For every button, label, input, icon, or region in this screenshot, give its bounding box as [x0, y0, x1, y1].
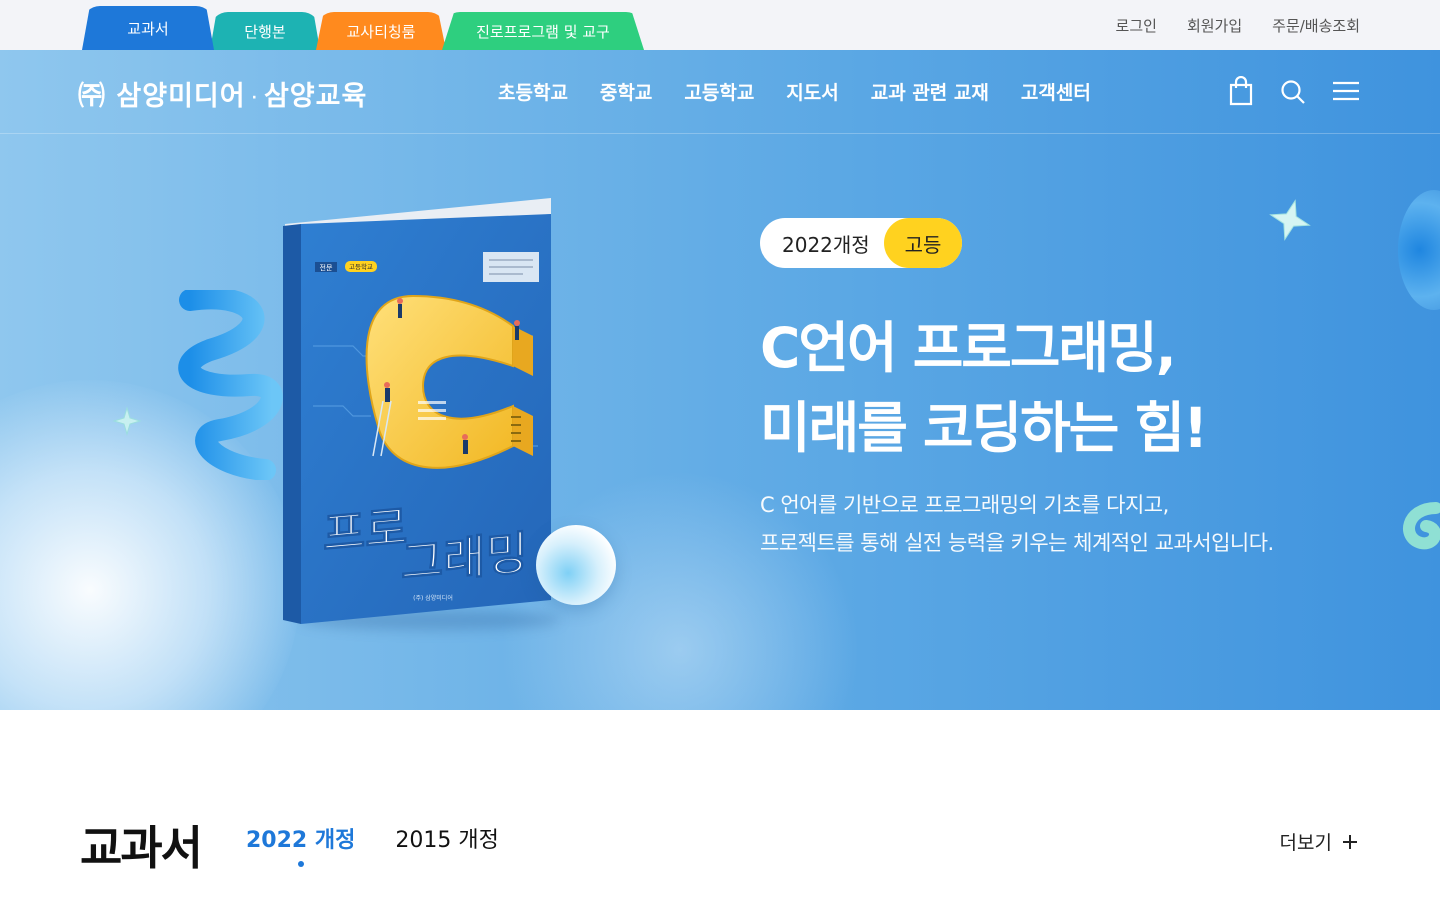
site-tab-textbook[interactable]: 교과서: [82, 6, 214, 50]
nav-icons: [1228, 75, 1360, 106]
badge-revision: 2022개정: [782, 232, 870, 257]
hero-headline: C언어 프로그래밍, 미래를 코딩하는 힘!: [760, 308, 1208, 468]
book-tag-vocational: 전문: [320, 263, 333, 272]
hero-description-line1: C 언어를 기반으로 프로그래밍의 기초를 다지고,: [760, 493, 1169, 517]
signup-link[interactable]: 회원가입: [1187, 15, 1242, 36]
curriculum-tabs: 2022 개정 2015 개정: [246, 822, 499, 867]
shopping-bag-icon[interactable]: [1228, 75, 1254, 106]
hero-headline-line2: 미래를 코딩하는 힘!: [760, 396, 1208, 460]
hero-headline-line1: C언어 프로그래밍,: [760, 316, 1177, 380]
menu-related-materials[interactable]: 교과 관련 교재: [871, 78, 989, 105]
main-menu: 초등학교 중학교 고등학교 지도서 교과 관련 교재 고객센터: [498, 78, 1091, 105]
menu-teacher-guide[interactable]: 지도서: [786, 78, 838, 105]
curriculum-badge: 2022개정 고등: [760, 218, 962, 268]
order-tracking-link[interactable]: 주문/배송조회: [1272, 15, 1360, 36]
sparkle-star-icon: [1269, 199, 1311, 241]
hamburger-menu-icon[interactable]: [1332, 76, 1360, 106]
top-bar: 단행본 교사티칭룸 진로프로그램 및 교구 교과서 로그인 회원가입 주문/배송…: [0, 0, 1440, 50]
login-link[interactable]: 로그인: [1116, 15, 1157, 36]
logo-text-media: ㈜ 삼양미디어: [78, 81, 246, 112]
book-title-line2: 그래밍: [401, 526, 528, 591]
site-logo[interactable]: ㈜ 삼양미디어 · 삼양교육: [78, 74, 367, 113]
site-tab-teacher-room[interactable]: 교사티칭룸: [316, 12, 446, 50]
hero-description-line2: 프로젝트를 통해 실전 능력을 키우는 체계적인 교과서입니다.: [760, 531, 1274, 555]
site-tab-single-books[interactable]: 단행본: [210, 12, 320, 50]
badge-level: 고등: [884, 218, 962, 268]
sparkle-star-icon: [112, 406, 142, 436]
tab-label: 2022 개정: [246, 828, 356, 853]
hero-description: C 언어를 기반으로 프로그래밍의 기초를 다지고, 프로젝트를 통해 실전 능…: [760, 486, 1274, 562]
blue-spiral-decoration: [178, 290, 283, 480]
active-tab-indicator: [297, 861, 304, 867]
book-publisher: (주) 삼양미디어: [413, 594, 453, 602]
more-label: 더보기: [1279, 832, 1332, 854]
menu-customer-center[interactable]: 고객센터: [1021, 78, 1091, 105]
menu-elementary[interactable]: 초등학교: [498, 78, 568, 105]
book-title-line1: 프로: [323, 500, 408, 561]
hero-banner[interactable]: ㈜ 삼양미디어 · 삼양교육 초등학교 중학교 고등학교 지도서 교과 관련 교재 …: [0, 50, 1440, 710]
more-button[interactable]: 더보기: [1280, 828, 1358, 855]
logo-separator: ·: [251, 89, 258, 106]
tab-2022-revision[interactable]: 2022 개정: [246, 822, 356, 867]
main-nav: ㈜ 삼양미디어 · 삼양교육 초등학교 중학교 고등학교 지도서 교과 관련 교재 …: [0, 50, 1440, 134]
blue-blob-decoration: [1398, 190, 1440, 310]
section-title: 교과서: [80, 821, 203, 875]
textbook-cover-image[interactable]: 전문 고등학교 프로 그래밍 (주) 삼양미디어: [283, 196, 553, 624]
teal-swirl-decoration: [1403, 502, 1440, 550]
glossy-sphere-decoration: [536, 525, 616, 605]
tab-label: 2015 개정: [395, 828, 499, 853]
menu-middle-school[interactable]: 중학교: [600, 78, 652, 105]
plus-icon: [1342, 832, 1358, 852]
site-tab-career-program[interactable]: 진로프로그램 및 교구: [442, 12, 644, 50]
search-icon[interactable]: [1280, 76, 1306, 106]
menu-high-school[interactable]: 고등학교: [684, 78, 754, 105]
book-tag-high-school: 고등학교: [349, 262, 373, 271]
utility-links: 로그인 회원가입 주문/배송조회: [1116, 0, 1360, 50]
logo-text-education: 삼양교육: [263, 81, 368, 112]
tab-2015-revision[interactable]: 2015 개정: [395, 822, 498, 854]
